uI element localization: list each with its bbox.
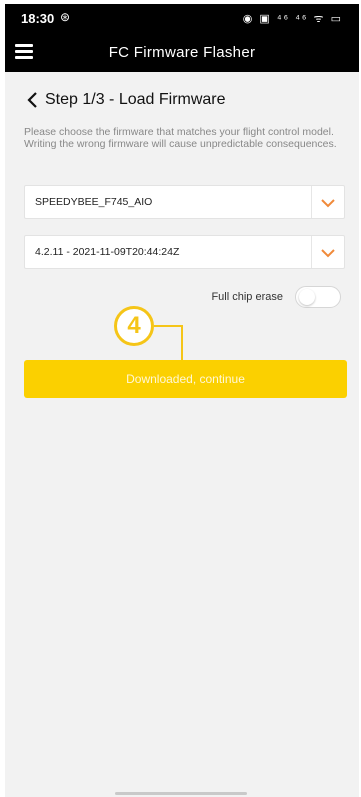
board-select[interactable]: SPEEDYBEE_F745_AIO — [24, 185, 345, 219]
status-bar: 18:30 ⊛ ◉ ▣ ⁴⁶ ⁴⁶ ᯤ ▭ — [5, 4, 359, 32]
version-select-value: 4.2.11 - 2021-11-09T20:44:24Z — [35, 246, 180, 258]
full-chip-erase-row: Full chip erase — [211, 286, 341, 308]
status-icons: ◉ ▣ ⁴⁶ ⁴⁶ ᯤ ▭ — [242, 13, 343, 25]
home-indicator[interactable] — [115, 792, 247, 795]
status-indicator-icon: ⊛ — [60, 10, 71, 24]
select-divider — [311, 236, 312, 268]
app-bar: FC Firmware Flasher — [5, 32, 359, 72]
step-annotation: 4 — [114, 306, 194, 366]
phone-screen: 18:30 ⊛ ◉ ▣ ⁴⁶ ⁴⁶ ᯤ ▭ FC Firmware Flashe… — [5, 4, 359, 797]
full-chip-erase-toggle[interactable] — [295, 286, 341, 308]
chevron-down-icon[interactable] — [320, 197, 336, 209]
board-select-value: SPEEDYBEE_F745_AIO — [35, 196, 153, 208]
chevron-down-icon[interactable] — [320, 247, 336, 259]
select-divider — [311, 186, 312, 218]
app-title: FC Firmware Flasher — [108, 44, 256, 61]
firmware-description: Please choose the firmware that matches … — [24, 126, 337, 150]
annotation-number: 4 — [114, 306, 154, 346]
status-time: 18:30 — [21, 11, 55, 26]
step-title: Step 1/3 - Load Firmware — [45, 91, 226, 108]
chevron-left-icon — [27, 92, 37, 108]
version-select[interactable]: 4.2.11 - 2021-11-09T20:44:24Z — [24, 235, 345, 269]
continue-button[interactable]: Downloaded, continue — [24, 360, 347, 398]
toggle-knob — [299, 289, 315, 305]
back-button[interactable]: Step 1/3 - Load Firmware — [25, 90, 226, 110]
full-chip-erase-label: Full chip erase — [211, 291, 283, 303]
